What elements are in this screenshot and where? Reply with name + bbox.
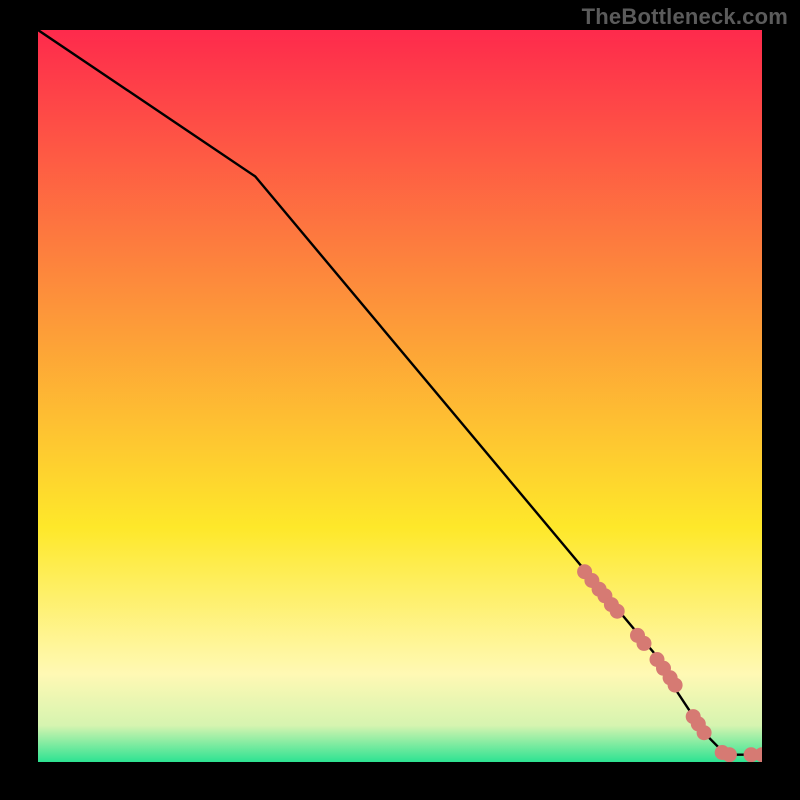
data-marker: [697, 725, 712, 740]
watermark-text: TheBottleneck.com: [582, 4, 788, 30]
plot-area: [38, 30, 762, 762]
chart-svg: [38, 30, 762, 762]
chart-container: TheBottleneck.com: [0, 0, 800, 800]
data-marker: [610, 604, 625, 619]
data-marker: [668, 678, 683, 693]
data-marker: [637, 636, 652, 651]
data-marker: [722, 747, 737, 762]
